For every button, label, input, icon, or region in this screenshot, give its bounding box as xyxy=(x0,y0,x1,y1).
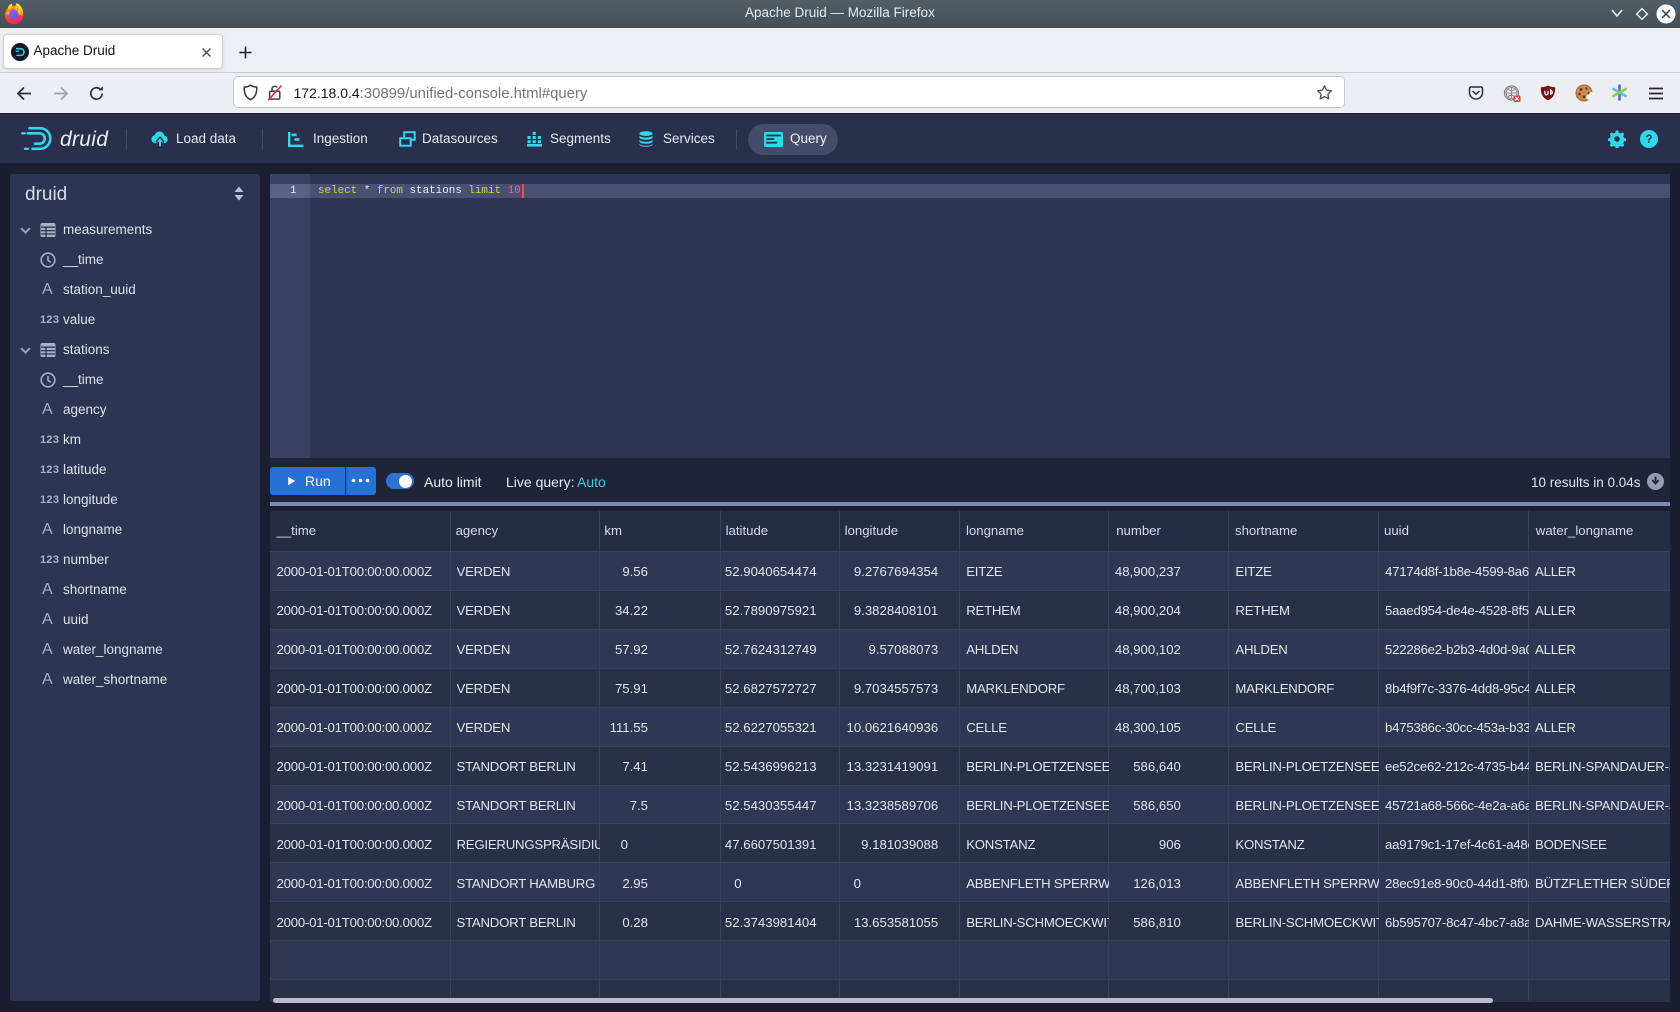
svg-text:?: ? xyxy=(1645,134,1652,146)
